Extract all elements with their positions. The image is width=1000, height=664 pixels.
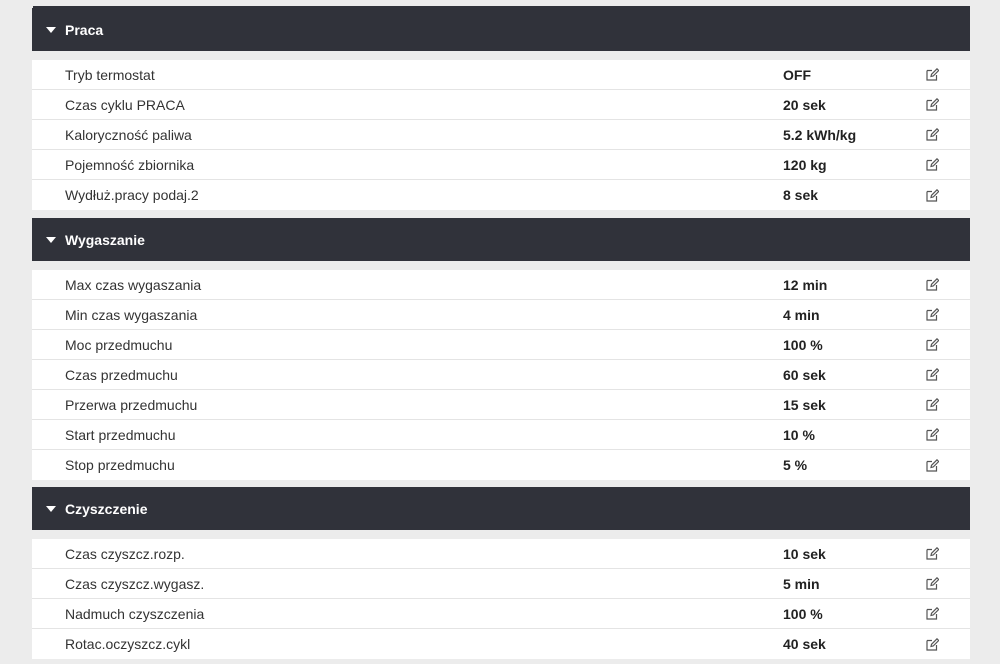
- setting-value: 20 sek: [783, 96, 826, 113]
- setting-row: Stop przedmuchu 5 %: [32, 450, 970, 480]
- setting-label: Czas cyklu PRACA: [65, 96, 185, 113]
- setting-label: Min czas wygaszania: [65, 306, 198, 323]
- edit-icon[interactable]: [925, 188, 939, 202]
- setting-label: Stop przedmuchu: [65, 457, 175, 473]
- edit-icon[interactable]: [925, 368, 939, 382]
- setting-row: Max czas wygaszania 12 min: [32, 270, 970, 300]
- setting-row: Tryb termostat OFF: [32, 60, 970, 90]
- setting-label: Rotac.oczyszcz.cykl: [65, 636, 191, 652]
- setting-value: 100 %: [783, 336, 823, 353]
- setting-value: 15 sek: [783, 396, 826, 413]
- settings-list: Max czas wygaszania 12 min Min czas wyga…: [32, 270, 970, 480]
- setting-value: 8 sek: [783, 187, 819, 203]
- setting-row: Start przedmuchu 10 %: [32, 420, 970, 450]
- settings-list: Tryb termostat OFF Czas cyklu PRACA 20 s…: [32, 60, 970, 210]
- setting-label: Moc przedmuchu: [65, 336, 173, 353]
- edit-icon[interactable]: [925, 637, 939, 651]
- section-header-czyszczenie[interactable]: Czyszczenie: [32, 487, 970, 530]
- section-czyszczenie: Czyszczenie Czas czyszcz.rozp. 10 sek Cz…: [32, 487, 970, 659]
- edit-icon[interactable]: [925, 278, 939, 292]
- setting-row: Kaloryczność paliwa 5.2 kWh/kg: [32, 120, 970, 150]
- edit-icon[interactable]: [925, 308, 939, 322]
- setting-row: Pojemność zbiornika 120 kg: [32, 150, 970, 180]
- setting-value: 100 %: [783, 605, 823, 622]
- edit-icon[interactable]: [925, 398, 939, 412]
- setting-label: Czas czyszcz.wygasz.: [65, 575, 205, 592]
- setting-value: 60 sek: [783, 366, 826, 383]
- settings-page: Praca Tryb termostat OFF Czas cyklu PRAC…: [0, 0, 1000, 664]
- setting-value: 10 %: [783, 426, 815, 443]
- edit-icon[interactable]: [925, 98, 939, 112]
- setting-label: Kaloryczność paliwa: [65, 126, 192, 143]
- section-header-praca[interactable]: Praca: [32, 8, 970, 51]
- section-title: Praca: [65, 21, 104, 38]
- setting-value: 4 min: [783, 306, 820, 323]
- caret-down-icon[interactable]: [46, 236, 56, 243]
- edit-icon[interactable]: [925, 458, 939, 472]
- setting-row: Przerwa przedmuchu 15 sek: [32, 390, 970, 420]
- edit-icon[interactable]: [925, 547, 939, 561]
- setting-row: Czas cyklu PRACA 20 sek: [32, 90, 970, 120]
- edit-icon[interactable]: [925, 338, 939, 352]
- section-wygaszanie: Wygaszanie Max czas wygaszania 12 min Mi…: [32, 218, 970, 480]
- setting-value: 40 sek: [783, 636, 826, 652]
- edit-icon[interactable]: [925, 68, 939, 82]
- setting-label: Przerwa przedmuchu: [65, 396, 198, 413]
- section-title: Wygaszanie: [65, 231, 145, 248]
- setting-row: Czas czyszcz.wygasz. 5 min: [32, 569, 970, 599]
- settings-list: Czas czyszcz.rozp. 10 sek Czas czyszcz.w…: [32, 539, 970, 659]
- setting-value: 5.2 kWh/kg: [783, 126, 857, 143]
- setting-label: Wydłuż.pracy podaj.2: [65, 187, 199, 203]
- edit-icon[interactable]: [925, 607, 939, 621]
- setting-value: 10 sek: [783, 545, 826, 562]
- setting-value: 120 kg: [783, 156, 827, 173]
- edit-icon[interactable]: [925, 158, 939, 172]
- setting-value: 12 min: [783, 276, 828, 293]
- edit-icon[interactable]: [925, 428, 939, 442]
- setting-row: Nadmuch czyszczenia 100 %: [32, 599, 970, 629]
- caret-down-icon[interactable]: [46, 26, 56, 33]
- setting-row: Wydłuż.pracy podaj.2 8 sek: [32, 180, 970, 210]
- setting-label: Czas przedmuchu: [65, 366, 178, 383]
- setting-value: 5 %: [783, 457, 808, 473]
- edit-icon[interactable]: [925, 577, 939, 591]
- setting-row: Moc przedmuchu 100 %: [32, 330, 970, 360]
- setting-row: Czas czyszcz.rozp. 10 sek: [32, 539, 970, 569]
- caret-down-icon[interactable]: [46, 505, 56, 512]
- setting-label: Max czas wygaszania: [65, 276, 202, 293]
- setting-value: OFF: [783, 66, 811, 83]
- edit-icon[interactable]: [925, 128, 939, 142]
- setting-label: Start przedmuchu: [65, 426, 176, 443]
- setting-label: Nadmuch czyszczenia: [65, 605, 205, 622]
- setting-row: Czas przedmuchu 60 sek: [32, 360, 970, 390]
- setting-row: Rotac.oczyszcz.cykl 40 sek: [32, 629, 970, 659]
- section-title: Czyszczenie: [65, 500, 148, 517]
- section-praca: Praca Tryb termostat OFF Czas cyklu PRAC…: [32, 8, 970, 210]
- setting-label: Czas czyszcz.rozp.: [65, 545, 185, 562]
- setting-value: 5 min: [783, 575, 820, 592]
- section-header-wygaszanie[interactable]: Wygaszanie: [32, 218, 970, 261]
- setting-row: Min czas wygaszania 4 min: [32, 300, 970, 330]
- setting-label: Pojemność zbiornika: [65, 156, 195, 173]
- setting-label: Tryb termostat: [65, 66, 155, 83]
